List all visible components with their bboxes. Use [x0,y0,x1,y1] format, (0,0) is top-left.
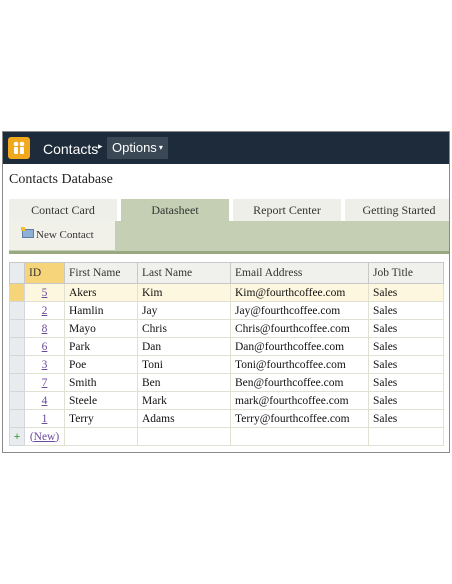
empty-cell[interactable] [64,427,138,446]
id-link[interactable]: 1 [42,413,48,425]
tab-getting-started[interactable]: Getting Started [345,199,449,221]
first-name-cell[interactable]: Steele [64,391,138,410]
email-cell[interactable]: Chris@fourthcoffee.com [230,319,369,338]
email-cell[interactable]: Dan@fourthcoffee.com [230,337,369,356]
id-cell[interactable]: 6 [24,337,65,356]
id-link[interactable]: 6 [42,341,48,353]
job-title-cell[interactable]: Sales [368,355,444,374]
email-cell[interactable]: Kim@fourthcoffee.com [230,283,369,302]
options-menu[interactable]: Options ▾ [107,137,168,159]
id-link[interactable]: 7 [42,377,48,389]
last-name-cell[interactable]: Toni [137,355,231,374]
last-name-cell[interactable]: Adams [137,409,231,428]
column-header-last-name[interactable]: Last Name [137,262,231,284]
last-name-cell[interactable]: Chris [137,319,231,338]
id-cell[interactable]: 4 [24,391,65,410]
row-selector[interactable] [9,373,25,392]
row-selector[interactable] [9,301,25,320]
job-title-cell[interactable]: Sales [368,373,444,392]
chevron-down-icon: ▾ [158,143,163,152]
tab-contact-card[interactable]: Contact Card [9,199,117,221]
table-row[interactable]: 4 Steele Mark mark@fourthcoffee.com Sale… [9,391,444,410]
table-row[interactable]: 5 Akers Kim Kim@fourthcoffee.com Sales [9,283,444,302]
id-cell[interactable]: 5 [24,283,65,302]
id-link[interactable]: 5 [42,287,48,299]
table-row[interactable]: 3 Poe Toni Toni@fourthcoffee.com Sales [9,355,444,374]
column-header-job-title[interactable]: Job Title [368,262,444,284]
job-title-cell[interactable]: Sales [368,319,444,338]
last-name-cell[interactable]: Ben [137,373,231,392]
table-row[interactable]: 6 Park Dan Dan@fourthcoffee.com Sales [9,337,444,356]
column-header-id[interactable]: ID [24,262,65,284]
column-header-email[interactable]: Email Address [230,262,369,284]
view-tabs: Contact Card Datasheet Report Center Get… [9,199,449,221]
breadcrumb-contacts[interactable]: Contacts [43,141,98,157]
last-name-cell[interactable]: Kim [137,283,231,302]
column-header-first-name[interactable]: First Name [64,262,138,284]
id-link[interactable]: 2 [42,305,48,317]
new-contact-button[interactable]: New Contact [9,221,115,250]
job-title-cell[interactable]: Sales [368,409,444,428]
email-cell[interactable]: mark@fourthcoffee.com [230,391,369,410]
new-contact-label: New Contact [36,229,94,241]
app-window: Contacts ▸ Options ▾ Contacts Database Co… [2,131,450,453]
last-name-cell[interactable]: Dan [137,337,231,356]
breadcrumb-separator-icon: ▸ [98,142,103,152]
page-title: Contacts Database [9,172,113,187]
select-all-cell[interactable] [9,262,25,284]
toolbar-divider [9,251,449,254]
id-cell[interactable]: 2 [24,301,65,320]
table-row[interactable]: 7 Smith Ben Ben@fourthcoffee.com Sales [9,373,444,392]
last-name-cell[interactable]: Mark [137,391,231,410]
top-navigation-bar: Contacts ▸ Options ▾ [3,132,449,164]
header-row: ID First Name Last Name Email Address Jo… [9,262,444,284]
id-link[interactable]: 3 [42,359,48,371]
table-row[interactable]: 2 Hamlin Jay Jay@fourthcoffee.com Sales [9,301,444,320]
id-link[interactable]: 4 [42,395,48,407]
row-selector[interactable] [9,409,25,428]
new-row[interactable]: + (New) [9,427,444,446]
row-selector[interactable] [9,391,25,410]
first-name-cell[interactable]: Smith [64,373,138,392]
job-title-cell[interactable]: Sales [368,391,444,410]
tab-datasheet[interactable]: Datasheet [121,199,229,221]
job-title-cell[interactable]: Sales [368,283,444,302]
last-name-cell[interactable]: Jay [137,301,231,320]
row-selector[interactable] [9,337,25,356]
first-name-cell[interactable]: Poe [64,355,138,374]
id-cell[interactable]: 1 [24,409,65,428]
first-name-cell[interactable]: Park [64,337,138,356]
tab-report-center[interactable]: Report Center [233,199,341,221]
first-name-cell[interactable]: Akers [64,283,138,302]
first-name-cell[interactable]: Hamlin [64,301,138,320]
table-row[interactable]: 1 Terry Adams Terry@fourthcoffee.com Sal… [9,409,444,428]
empty-cell[interactable] [137,427,231,446]
row-selector[interactable] [9,319,25,338]
job-title-cell[interactable]: Sales [368,301,444,320]
email-cell[interactable]: Toni@fourthcoffee.com [230,355,369,374]
email-cell[interactable]: Jay@fourthcoffee.com [230,301,369,320]
row-selector[interactable] [9,283,25,302]
app-logo-icon[interactable] [8,137,30,159]
job-title-cell[interactable]: Sales [368,337,444,356]
options-menu-label: Options [112,140,157,155]
id-link[interactable]: 8 [42,323,48,335]
new-record-link[interactable]: (New) [30,431,59,443]
empty-cell[interactable] [230,427,369,446]
contacts-datasheet: ID First Name Last Name Email Address Jo… [9,262,444,446]
email-cell[interactable]: Ben@fourthcoffee.com [230,373,369,392]
table-row[interactable]: 8 Mayo Chris Chris@fourthcoffee.com Sale… [9,319,444,338]
id-cell[interactable]: 7 [24,373,65,392]
contact-card-icon [21,227,34,238]
empty-cell[interactable] [368,427,444,446]
row-selector[interactable] [9,355,25,374]
first-name-cell[interactable]: Terry [64,409,138,428]
plus-icon[interactable]: + [9,427,25,446]
email-cell[interactable]: Terry@fourthcoffee.com [230,409,369,428]
new-record-cell[interactable]: (New) [24,427,65,446]
id-cell[interactable]: 8 [24,319,65,338]
first-name-cell[interactable]: Mayo [64,319,138,338]
id-cell[interactable]: 3 [24,355,65,374]
